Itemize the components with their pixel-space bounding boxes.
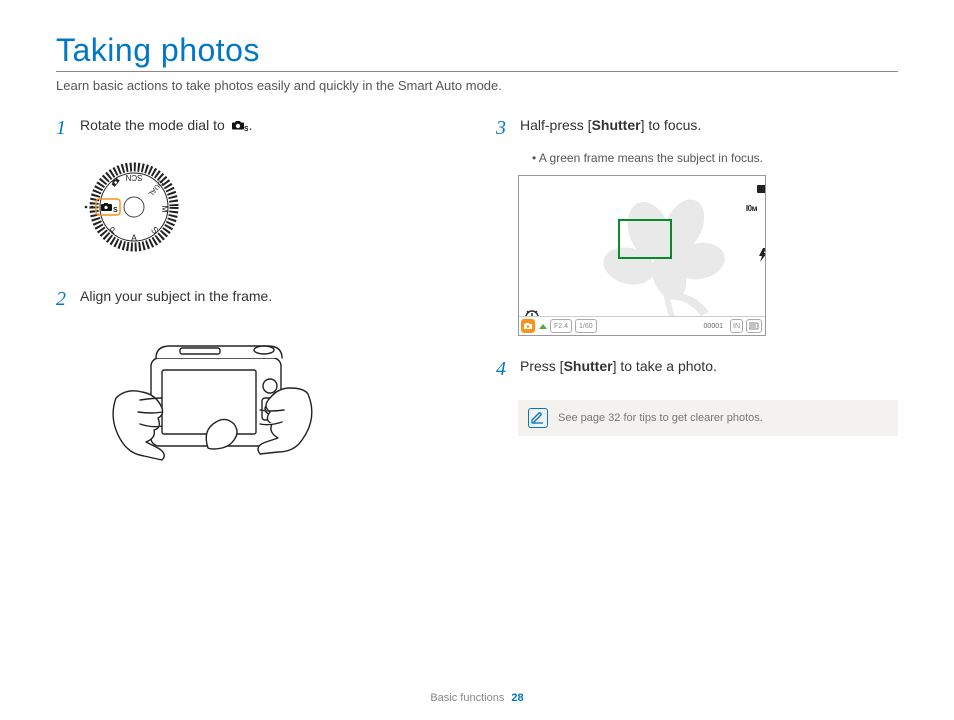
frame-counter: 00001 xyxy=(704,323,723,330)
storage-indicator: IN xyxy=(730,319,743,333)
mode-dial-figure: SCN DUAL M S A P S xyxy=(80,157,456,262)
resolution-icon: I0ᴍ xyxy=(746,204,757,213)
svg-text:A: A xyxy=(131,233,137,243)
camera-hold-figure xyxy=(96,328,456,483)
step-3-post: ] to focus. xyxy=(641,117,702,133)
title-rule xyxy=(56,71,898,72)
step-3: 3 Half-press [Shutter] to focus. xyxy=(496,113,898,143)
camera-s-mode-icon: S xyxy=(230,118,248,132)
step-1: 1 Rotate the mode dial to S. xyxy=(56,113,456,143)
note-icon xyxy=(528,408,548,428)
step-3-bold: Shutter xyxy=(592,117,641,133)
step-4-bold: Shutter xyxy=(564,358,613,374)
lcd-status-bar: F2.4 1/60 00001 IN xyxy=(519,316,765,335)
svg-text:M: M xyxy=(160,205,170,213)
step-2-text: Align your subject in the frame. xyxy=(80,284,272,307)
tip-text: See page 32 for tips to get clearer phot… xyxy=(558,412,763,424)
step-3-pre: Half-press [ xyxy=(520,117,592,133)
step-2: 2 Align your subject in the frame. xyxy=(56,284,456,314)
step-1-text: Rotate the mode dial to S. xyxy=(80,113,253,136)
shutter-value: 1/60 xyxy=(575,319,597,333)
svg-text:SCN: SCN xyxy=(125,173,142,182)
svg-text:S: S xyxy=(113,207,118,214)
svg-text:S: S xyxy=(244,126,248,132)
aperture-value: F2.4 xyxy=(550,319,572,333)
step-4-number: 4 xyxy=(496,354,520,384)
step-4: 4 Press [Shutter] to take a photo. xyxy=(496,354,898,384)
footer-section: Basic functions xyxy=(430,692,504,704)
step-1-post: . xyxy=(249,117,253,133)
page-footer: Basic functions 28 xyxy=(0,692,954,704)
step-3-text: Half-press [Shutter] to focus. xyxy=(520,113,701,136)
page-subtitle: Learn basic actions to take photos easil… xyxy=(56,78,898,93)
step-4-text: Press [Shutter] to take a photo. xyxy=(520,354,717,377)
step-4-post: ] to take a photo. xyxy=(613,358,717,374)
step-3-bullet: A green frame means the subject in focus… xyxy=(532,151,898,165)
card-icon xyxy=(746,319,762,333)
focus-ok-icon xyxy=(539,324,547,329)
page-title: Taking photos xyxy=(56,32,898,69)
mode-indicator-icon xyxy=(521,319,535,333)
tip-box: See page 32 for tips to get clearer phot… xyxy=(518,400,898,436)
footer-page-number: 28 xyxy=(511,692,523,704)
lcd-preview: I0ᴍ A F2.4 1/60 00001 xyxy=(518,175,766,336)
step-2-number: 2 xyxy=(56,284,80,314)
step-1-pre: Rotate the mode dial to xyxy=(80,117,229,133)
step-1-number: 1 xyxy=(56,113,80,143)
step-3-number: 3 xyxy=(496,113,520,143)
step-4-pre: Press [ xyxy=(520,358,564,374)
